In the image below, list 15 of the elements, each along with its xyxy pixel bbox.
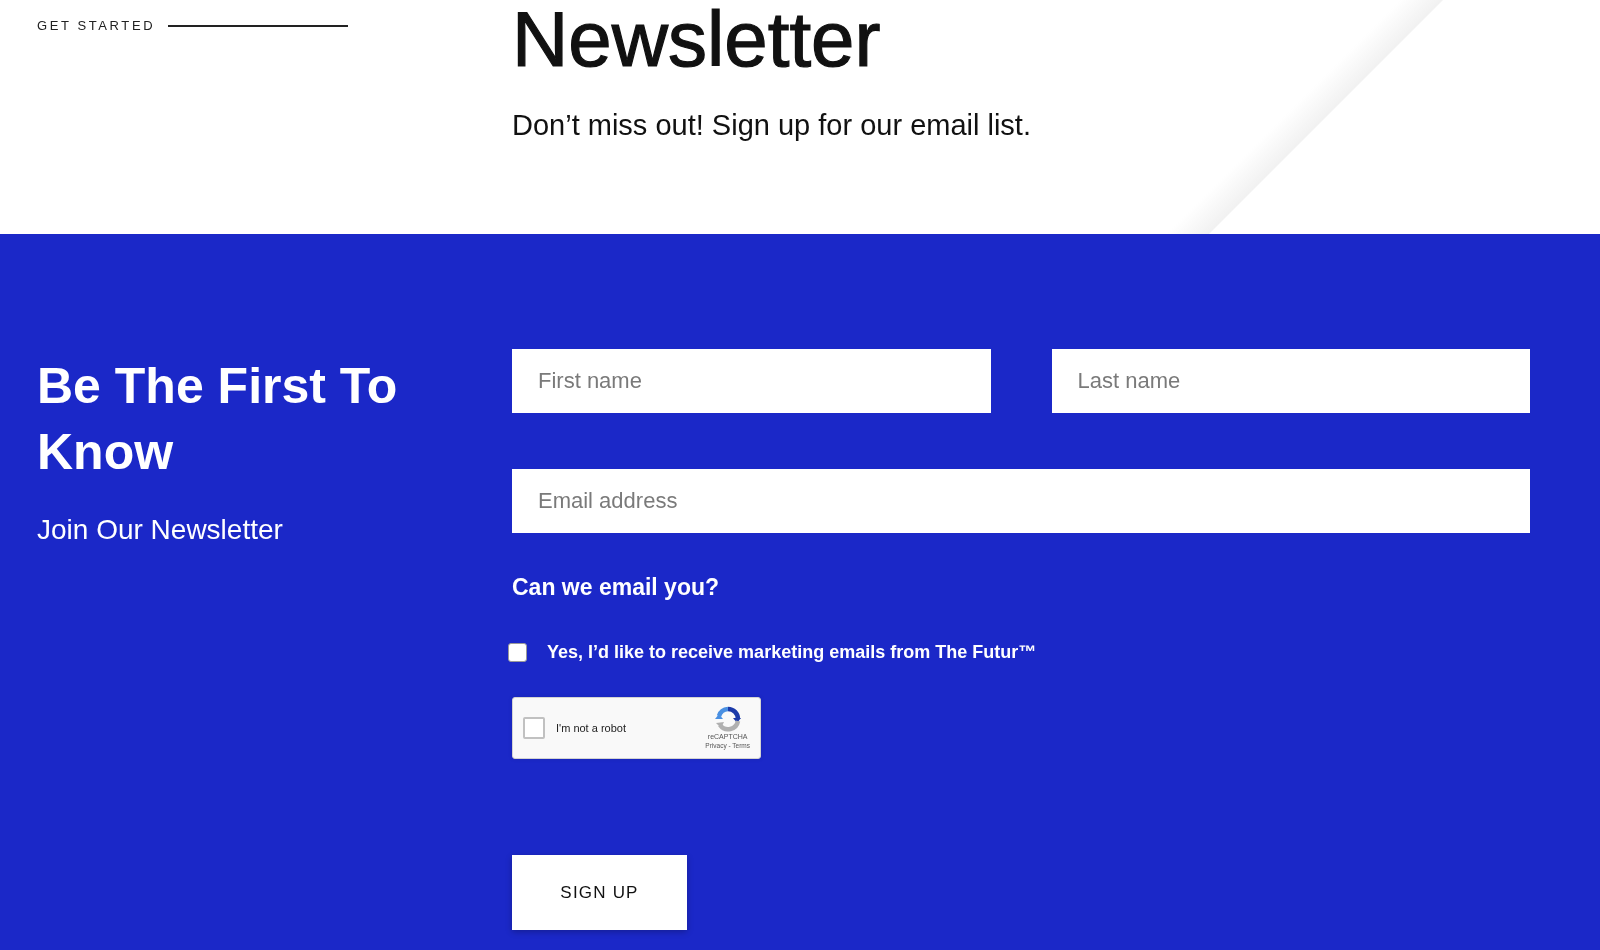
consent-checkbox[interactable] (508, 642, 527, 662)
sign-up-button[interactable]: SIGN UP (512, 855, 687, 930)
page-subtitle: Don’t miss out! Sign up for our email list. (512, 108, 1031, 143)
name-field[interactable]: Last name (1051, 349, 1530, 413)
captcha-checkbox[interactable] (523, 717, 545, 739)
page-title: Newsletter (512, 0, 881, 78)
captcha-label: I'm not a robot (556, 721, 626, 735)
signup-heading: Be The First To Know (37, 357, 399, 482)
consent-label: Yes, I’d like to receive marketing emails from The Futur™ (547, 641, 1037, 664)
circular-arrows-icon (714, 706, 741, 732)
signup-subheading: Join Our Newsletter (37, 514, 283, 546)
email-field[interactable]: Email address (512, 469, 1530, 533)
name-field[interactable]: First name (512, 349, 991, 413)
eyebrow-label: GET STARTED (37, 18, 156, 34)
consent-question: Can we email you? (512, 574, 720, 600)
